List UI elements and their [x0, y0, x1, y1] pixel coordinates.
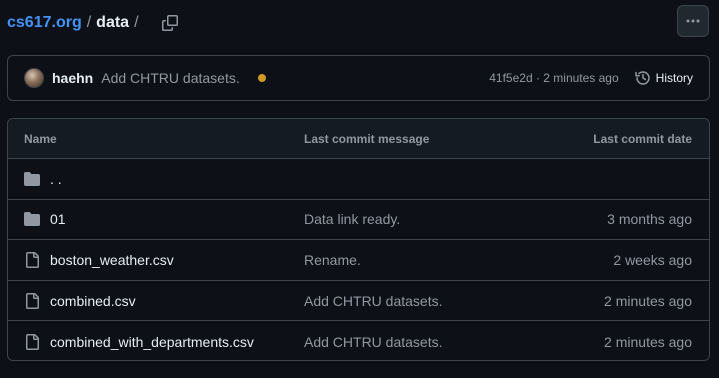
- history-button[interactable]: History: [634, 70, 693, 86]
- header-message: Last commit message: [304, 131, 430, 146]
- avatar[interactable]: [24, 68, 44, 88]
- row-name-cell: boston_weather.csv: [24, 251, 304, 268]
- breadcrumb-trailing-separator: /: [134, 14, 139, 31]
- row-name-cell: 01: [24, 211, 304, 227]
- row-name-cell: . .: [24, 171, 304, 187]
- row-message[interactable]: Add CHTRU datasets.: [304, 334, 604, 350]
- table-header: Name Last commit message Last commit dat…: [8, 119, 709, 159]
- folder-icon: [24, 171, 40, 186]
- table-row[interactable]: boston_weather.csv Rename. 2 weeks ago: [8, 240, 709, 281]
- row-date: 2 weeks ago: [613, 251, 692, 268]
- file-icon: [26, 251, 39, 268]
- commit-message[interactable]: Add CHTRU datasets.: [101, 70, 240, 86]
- breadcrumb-separator: /: [86, 14, 92, 31]
- row-name-link[interactable]: 01: [50, 211, 66, 227]
- breadcrumb-current: data: [96, 14, 130, 31]
- latest-commit-bar: haehn Add CHTRU datasets. 41f5e2d · 2 mi…: [7, 55, 710, 101]
- breadcrumb: cs617.org / data /: [7, 12, 180, 34]
- row-name-link[interactable]: combined_with_departments.csv: [50, 334, 254, 350]
- row-message[interactable]: Add CHTRU datasets.: [304, 293, 604, 309]
- breadcrumb-repo-link[interactable]: cs617.org: [7, 14, 82, 32]
- history-icon: [634, 71, 650, 85]
- row-name-link[interactable]: boston_weather.csv: [50, 252, 174, 268]
- row-name-link[interactable]: . .: [50, 171, 62, 187]
- table-row[interactable]: combined.csv Add CHTRU datasets. 2 minut…: [8, 281, 709, 322]
- copy-icon: [161, 15, 178, 31]
- row-message[interactable]: Data link ready.: [304, 211, 607, 227]
- header-name: Name: [24, 131, 57, 146]
- row-date: 2 minutes ago: [604, 292, 692, 309]
- header-date: Last commit date: [593, 131, 692, 146]
- folder-icon: [24, 212, 40, 227]
- row-date: 3 months ago: [607, 211, 692, 228]
- row-name-cell: combined.csv: [24, 292, 304, 309]
- row-name-link[interactable]: combined.csv: [50, 293, 136, 309]
- kebab-horizontal-icon: [686, 19, 700, 23]
- table-row[interactable]: 01 Data link ready. 3 months ago: [8, 200, 709, 241]
- history-label: History: [655, 71, 693, 85]
- table-row[interactable]: combined_with_departments.csv Add CHTRU …: [8, 321, 709, 360]
- table-row-parent-directory[interactable]: . .: [8, 159, 709, 200]
- row-name-cell: combined_with_departments.csv: [24, 333, 304, 350]
- commit-meta[interactable]: 41f5e2d · 2 minutes ago: [489, 71, 618, 85]
- file-table: Name Last commit message Last commit dat…: [7, 118, 710, 361]
- copy-path-button[interactable]: [160, 13, 180, 33]
- commit-status-dot[interactable]: [257, 74, 266, 82]
- commit-author[interactable]: haehn: [52, 70, 93, 86]
- file-icon: [26, 333, 39, 350]
- file-icon: [26, 292, 39, 309]
- row-date: 2 minutes ago: [604, 333, 692, 350]
- row-message[interactable]: Rename.: [304, 252, 613, 268]
- more-options-button[interactable]: [677, 5, 709, 37]
